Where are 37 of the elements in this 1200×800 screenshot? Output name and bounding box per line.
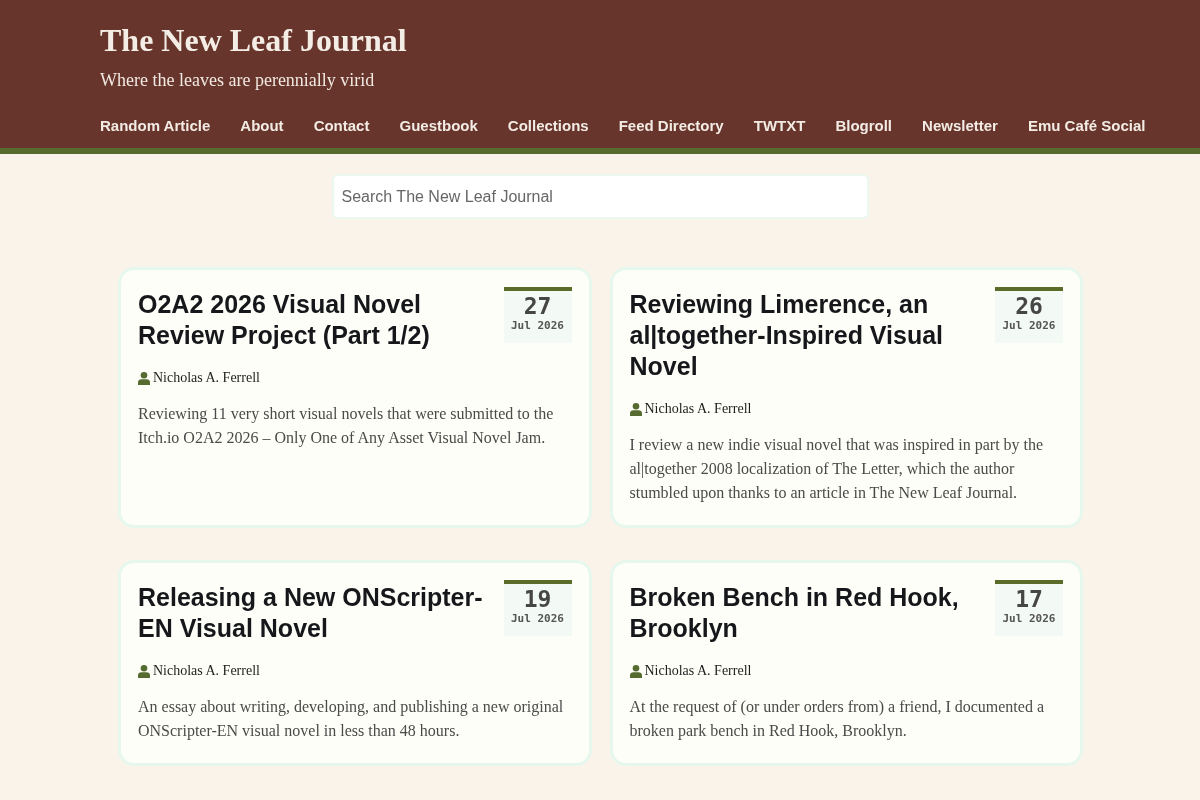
date-month-year: Jul 2026 — [511, 319, 564, 333]
site-title[interactable]: The New Leaf Journal — [100, 20, 407, 60]
user-icon — [138, 371, 150, 385]
nav-link[interactable]: Blogroll — [835, 116, 893, 136]
user-icon — [629, 664, 642, 678]
nav-link[interactable]: Newsletter — [922, 116, 998, 136]
user-icon — [138, 664, 150, 678]
site-tagline: Where the leaves are perennially virid — [100, 69, 375, 92]
nav-link[interactable]: TWTXT — [753, 116, 806, 136]
date-day: 19 — [523, 586, 552, 612]
user-icon — [629, 402, 642, 416]
nav-link[interactable]: Guestbook — [399, 116, 478, 136]
nav-link[interactable]: Random Article — [100, 116, 211, 136]
nav-link[interactable]: About — [240, 116, 284, 136]
date-day: 27 — [523, 293, 552, 319]
nav-link[interactable]: Contact — [313, 116, 370, 136]
nav-link[interactable]: Collections — [507, 116, 589, 136]
date-day: 26 — [1015, 293, 1043, 319]
post-title[interactable]: Releasing a New ONScripter-EN Visual Novel — [138, 580, 490, 644]
author-name[interactable]: Nicholas A. Ferrell — [644, 400, 752, 418]
post-excerpt: I review a new indie visual novel that was inspired in part by the al|together 2008 localization of The Letter, which the author stumbled upon thanks to an article in The New Leaf Journal. — [629, 435, 1045, 504]
post-title[interactable]: O2A2 2026 Visual Novel Review Project (Part 1/2) — [138, 287, 490, 351]
date-day: 17 — [1015, 586, 1043, 612]
post-excerpt: Reviewing 11 very short visual novels that were submitted to the Itch.io O2A2 2026 – Only One of Any Asset Visual Novel Jam. — [138, 404, 555, 449]
date-month-year: Jul 2026 — [1002, 612, 1056, 626]
search-field[interactable]: Search The New Leaf Journal — [331, 174, 869, 219]
author-name[interactable]: Nicholas A. Ferrell — [644, 662, 752, 680]
date-month-year: Jul 2026 — [511, 612, 564, 626]
nav-link[interactable]: Feed Directory — [618, 116, 724, 136]
date-month-year: Jul 2026 — [1002, 319, 1056, 333]
nav-link[interactable]: Emu Café Social — [1027, 116, 1146, 136]
author-name[interactable]: Nicholas A. Ferrell — [153, 662, 260, 680]
post-title[interactable]: Broken Bench in Red Hook, Brooklyn — [629, 580, 981, 644]
post-excerpt: At the request of (or under orders from) a friend, I documented a broken park bench in Red Hook, Brooklyn. — [629, 697, 1045, 742]
post-excerpt: An essay about writing, developing, and publishing a new original ONScripter-EN visual novel in less than 48 hours. — [138, 697, 565, 742]
author-name[interactable]: Nicholas A. Ferrell — [153, 369, 260, 387]
post-title[interactable]: Reviewing Limerence, an al|together-Inspired Visual Novel — [629, 287, 981, 382]
